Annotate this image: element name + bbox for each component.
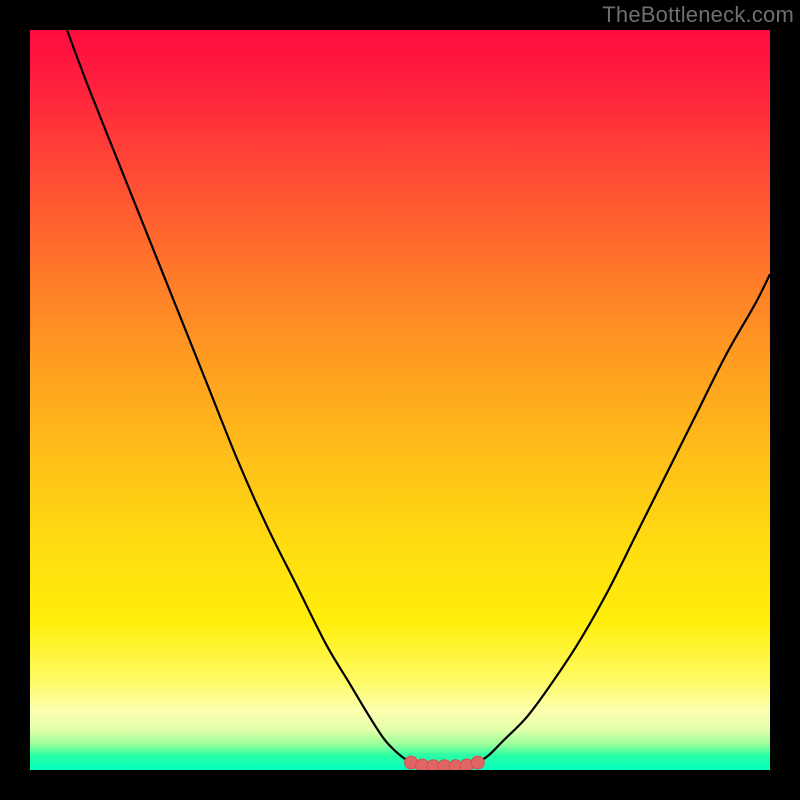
chart-frame: TheBottleneck.com (0, 0, 800, 800)
curve-svg (30, 30, 770, 770)
plot-area (30, 30, 770, 770)
floor-marker (471, 756, 484, 769)
curve-right (478, 274, 770, 762)
watermark-text: TheBottleneck.com (602, 2, 794, 28)
floor-markers-group (405, 756, 485, 770)
curve-left (67, 30, 411, 763)
